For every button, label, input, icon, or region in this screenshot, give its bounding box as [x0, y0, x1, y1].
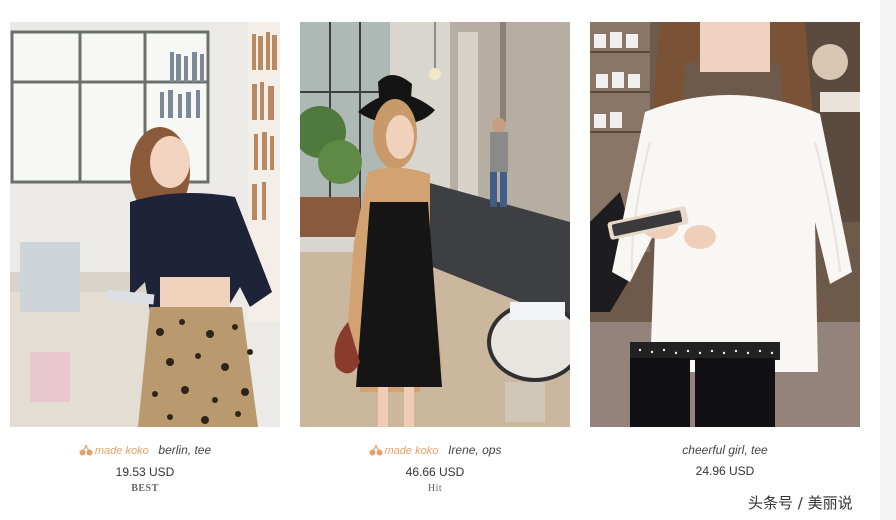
product-title[interactable]: made koko berlin, tee [10, 441, 280, 460]
product-info: cheerful girl, tee 24.96 USD [590, 441, 860, 479]
product-title[interactable]: made koko Irene, ops [300, 441, 570, 460]
product-price: 19.53 USD [115, 465, 175, 479]
product-price: 24.96 USD [695, 464, 755, 478]
product-info: made koko Irene, ops 46.66 USD Hit [300, 441, 570, 494]
product-image[interactable] [10, 22, 280, 427]
product-price: 46.66 USD [405, 465, 465, 479]
page-edge-strip [880, 0, 896, 520]
product-image[interactable] [590, 22, 860, 427]
product-title[interactable]: cheerful girl, tee [590, 441, 860, 459]
product-name[interactable]: berlin, tee [158, 443, 211, 457]
product-name[interactable]: Irene, ops [448, 443, 501, 457]
product-image[interactable] [300, 22, 570, 427]
cherry-icon [79, 444, 93, 456]
brand-name: made koko [94, 445, 149, 457]
brand-tag: made koko [79, 444, 152, 457]
brand-tag: made koko [369, 444, 442, 457]
watermark: 头条号 / 美丽说 [748, 494, 853, 512]
product-name[interactable]: cheerful girl, tee [682, 443, 767, 457]
cherry-icon [369, 444, 383, 456]
brand-name: made koko [384, 445, 439, 457]
product-badge: BEST [131, 483, 159, 494]
product-badge: Hit [427, 483, 443, 494]
product-info: made koko berlin, tee 19.53 USD BEST [10, 441, 280, 494]
